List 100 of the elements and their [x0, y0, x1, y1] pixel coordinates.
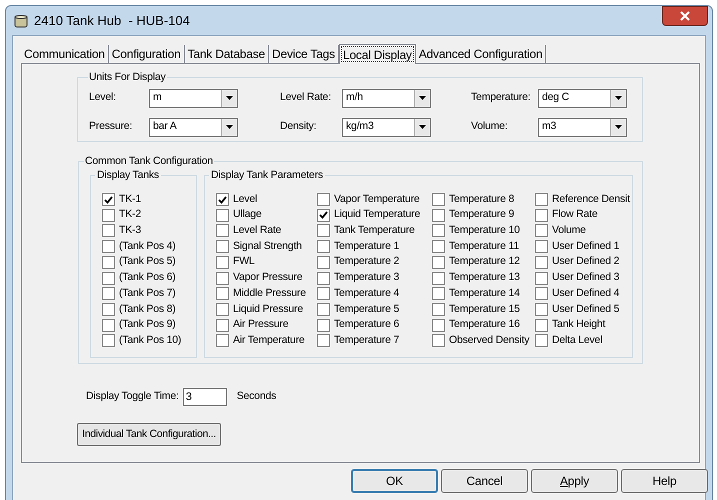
checkbox[interactable]	[317, 240, 330, 254]
dialog-button[interactable]: OK	[351, 469, 438, 493]
checkbox-label: Ullage	[233, 207, 262, 222]
checkbox[interactable]	[102, 208, 115, 222]
unit-dropdown[interactable]: kg/m3	[342, 118, 431, 137]
tab[interactable]: Local Display	[338, 44, 416, 64]
caret-icon	[419, 96, 426, 100]
checkbox[interactable]	[432, 193, 445, 206]
checkbox[interactable]	[216, 256, 229, 269]
dialog-button[interactable]: Cancel	[441, 469, 528, 493]
caret-icon	[419, 125, 426, 130]
checkbox[interactable]	[535, 193, 548, 206]
checkbox[interactable]	[102, 318, 115, 332]
checkbox[interactable]	[317, 318, 330, 332]
checkbox-label: (Tank Pos 7)	[119, 286, 176, 301]
checkbox[interactable]	[317, 224, 330, 238]
toggle-time-field[interactable]: 3	[182, 388, 227, 406]
checkbox[interactable]	[317, 193, 330, 206]
checkbox-label: Signal Strength	[233, 238, 302, 254]
checkbox[interactable]	[432, 334, 445, 348]
checkbox[interactable]	[102, 193, 115, 206]
individual-configuration-button[interactable]: Individual Tank Configuration...	[77, 423, 221, 446]
checkbox-label: Volume	[552, 223, 586, 238]
checkbox[interactable]	[216, 224, 229, 238]
checkbox-label: Temperature 13	[449, 270, 520, 286]
checkbox[interactable]	[535, 334, 548, 348]
checkbox[interactable]	[432, 302, 445, 316]
checkbox-label: Temperature 15	[449, 302, 520, 317]
checkbox[interactable]	[535, 240, 548, 254]
checkbox[interactable]	[432, 224, 445, 238]
checkbox[interactable]	[102, 334, 115, 348]
checkbox[interactable]	[216, 193, 229, 206]
caret-icon	[226, 125, 233, 130]
checkbox[interactable]	[216, 287, 229, 300]
checkbox-label: (Tank Pos 9)	[119, 317, 176, 332]
checkbox[interactable]	[432, 256, 445, 269]
checkbox[interactable]	[102, 224, 115, 238]
checkbox[interactable]	[432, 318, 445, 332]
checkbox-label: Level Rate	[233, 223, 282, 238]
checkbox-label: Temperature 16	[449, 317, 520, 332]
checkbox[interactable]	[535, 224, 548, 238]
checkbox[interactable]	[535, 208, 548, 222]
window-title: 2410 Tank Hub - HUB-104	[34, 12, 190, 30]
field-label: Level:	[89, 90, 117, 106]
checkbox[interactable]	[216, 318, 229, 332]
checkbox[interactable]	[102, 240, 115, 254]
checkbox-label: Tank Height	[552, 317, 606, 332]
unit-dropdown[interactable]: m	[149, 88, 238, 108]
checkbox[interactable]	[535, 287, 548, 300]
dialog-button[interactable]: Help	[621, 469, 708, 493]
seconds-label: Seconds	[236, 389, 276, 404]
unit-dropdown[interactable]: m3	[538, 118, 627, 137]
checkbox[interactable]	[102, 287, 115, 300]
checkbox-label: (Tank Pos 8)	[119, 302, 176, 317]
checkbox[interactable]	[535, 272, 548, 285]
checkbox-label: Air Temperature	[233, 332, 305, 348]
unit-dropdown[interactable]: bar A	[149, 118, 238, 137]
checkbox-label: Level	[233, 192, 258, 207]
field-label: Level Rate:	[280, 90, 332, 106]
checkbox-label: User Defined 4	[552, 286, 620, 301]
checkbox-label: (Tank Pos 6)	[119, 270, 176, 286]
checkbox-label: Vapor Temperature	[334, 192, 420, 207]
checkbox-label: Delta Level	[552, 332, 602, 348]
checkbox[interactable]	[216, 240, 229, 254]
checkbox-label: Liquid Pressure	[233, 302, 303, 317]
check-icon	[104, 196, 113, 204]
checkbox[interactable]	[317, 287, 330, 300]
checkbox[interactable]	[317, 208, 330, 222]
field-label: Temperature:	[471, 90, 532, 106]
checkbox[interactable]	[535, 256, 548, 269]
unit-dropdown[interactable]: m/h	[342, 88, 431, 108]
checkbox[interactable]	[317, 334, 330, 348]
unit-dropdown[interactable]: deg C	[538, 88, 627, 108]
checkbox[interactable]	[216, 208, 229, 222]
checkbox[interactable]	[317, 256, 330, 269]
checkbox-label: User Defined 5	[552, 302, 620, 317]
checkbox[interactable]	[432, 208, 445, 222]
checkbox[interactable]	[216, 302, 229, 316]
checkbox-label: (Tank Pos 10)	[119, 332, 182, 348]
checkbox-label: Liquid Temperature	[334, 207, 420, 222]
checkbox[interactable]	[432, 240, 445, 254]
field-label: Volume:	[471, 119, 509, 134]
checkbox[interactable]	[216, 272, 229, 285]
checkbox-label: FWL	[233, 254, 255, 270]
checkbox-label: Vapor Pressure	[233, 270, 302, 286]
checkbox[interactable]	[535, 318, 548, 332]
checkbox[interactable]	[216, 334, 229, 348]
checkbox[interactable]	[317, 272, 330, 285]
checkbox[interactable]	[432, 287, 445, 300]
checkbox-label: Air Pressure	[233, 317, 288, 332]
checkbox[interactable]	[432, 272, 445, 285]
checkbox[interactable]	[102, 302, 115, 316]
checkbox-label: Temperature 10	[449, 223, 520, 238]
close-button[interactable]	[662, 6, 708, 26]
checkbox[interactable]	[535, 302, 548, 316]
checkbox[interactable]	[102, 256, 115, 269]
dialog-button[interactable]: Apply	[531, 469, 618, 493]
group-title: Display Tanks	[96, 168, 160, 183]
checkbox[interactable]	[317, 302, 330, 316]
checkbox[interactable]	[102, 272, 115, 285]
